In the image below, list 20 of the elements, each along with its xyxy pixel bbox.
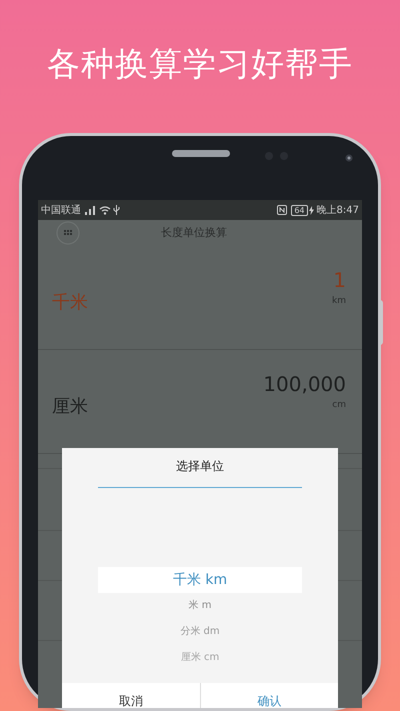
headline: 各种换算学习好帮手 — [47, 44, 353, 84]
unit-value: 100,000 — [263, 372, 346, 396]
unit-option[interactable]: 米 m — [98, 593, 302, 619]
wifi-icon — [99, 206, 111, 214]
unit-option[interactable]: 厘米 cm — [98, 645, 302, 671]
charging-icon — [308, 206, 314, 214]
status-time: 晚上8:47 — [316, 204, 359, 218]
unit-option[interactable]: 分米 dm — [98, 619, 302, 645]
carrier-label: 中国联通 — [41, 204, 81, 218]
unit-value: 1 — [333, 268, 346, 292]
nfc-icon — [277, 205, 288, 215]
camera-icon — [345, 154, 353, 162]
usb-icon — [113, 205, 120, 215]
unit-option[interactable]: 千米 km — [98, 567, 302, 593]
signal-icon — [84, 206, 96, 214]
battery-level: 64 — [291, 204, 308, 216]
speaker-grille — [172, 150, 230, 157]
unit-selector[interactable]: 厘米 — [52, 396, 88, 418]
dialog-title: 选择单位 — [175, 458, 225, 474]
menu-icon[interactable] — [56, 221, 80, 245]
